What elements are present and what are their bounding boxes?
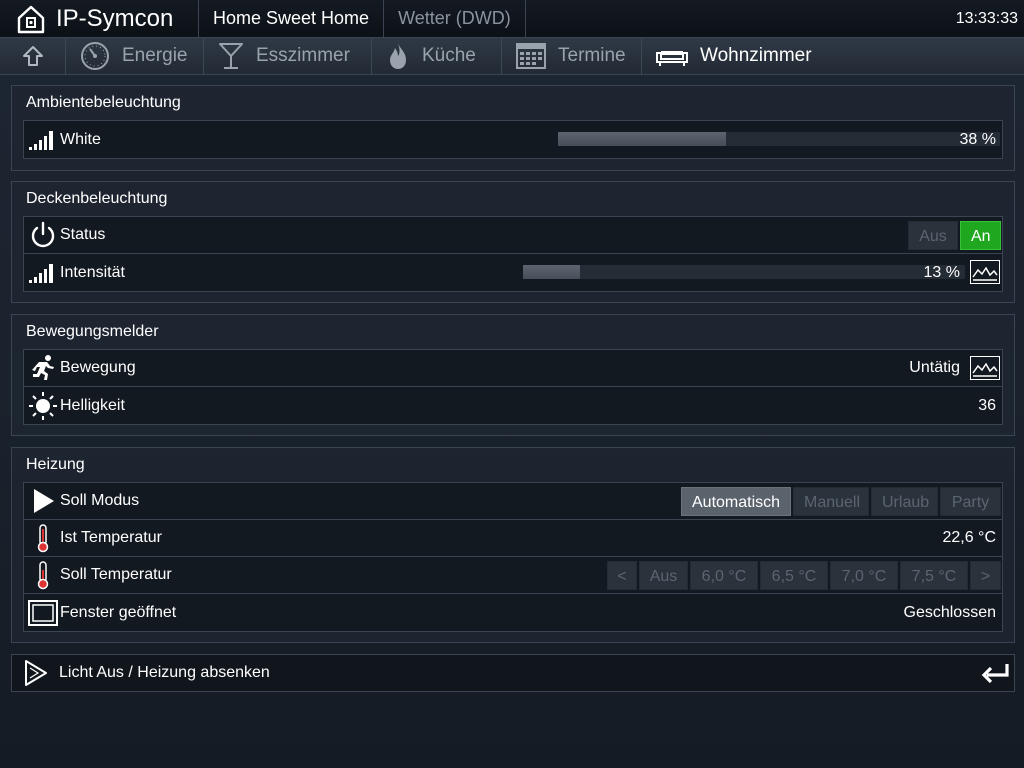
cocktail-glass-icon [219,43,243,69]
nav-label-energie: Energie [122,45,188,66]
target-6-0-button[interactable]: 6,0 °C [690,561,758,590]
power-icon [26,217,60,254]
thermometer-icon [26,520,60,557]
home-icon [17,5,45,33]
row-label: Fenster geöffnet [60,603,177,621]
row-ist-temperatur: Ist Temperatur 22,6 °C [24,520,1002,557]
tab-home-sweet-home[interactable]: Home Sweet Home [199,0,385,37]
panel-ambientebeleuchtung: Ambientebeleuchtung White 38 % [11,85,1015,171]
nav-label-wohnzimmer: Wohnzimmer [700,45,812,66]
brand[interactable]: IP-Symcon [0,0,199,37]
signal-bars-icon [26,121,60,158]
window-icon [26,594,60,631]
row-helligkeit: Helligkeit 36 [24,387,1002,424]
target-7-5-button[interactable]: 7,5 °C [900,561,968,590]
panel-title: Heizung [26,456,85,473]
row-label: Soll Modus [60,492,140,509]
brightness-value: 36 [978,396,996,414]
row-label: White [60,130,101,148]
action-licht-aus[interactable]: Licht Aus / Heizung absenken [11,654,1015,692]
row-label: Ist Temperatur [60,529,162,546]
nav-item-termine[interactable]: Termine [502,38,642,74]
white-slider[interactable] [558,132,1000,146]
chart-button[interactable] [970,356,1000,380]
target-next-button[interactable]: > [970,561,1001,590]
action-label: Licht Aus / Heizung absenken [59,664,270,681]
running-person-icon [26,350,60,387]
sofa-icon [656,51,688,66]
nav-label-esszimmer: Esszimmer [256,45,350,66]
play-outline-icon [25,660,47,686]
row-label: Bewegung [60,359,136,376]
slider-fill [523,265,581,279]
nav-item-energie[interactable]: Energie [66,38,204,74]
actual-temp-value: 22,6 °C [942,529,996,546]
panel-deckenbeleuchtung: Deckenbeleuchtung Status Aus An Intensit… [11,181,1015,303]
mode-automatisch-button[interactable]: Automatisch [681,487,791,516]
target-aus-button[interactable]: Aus [639,561,688,590]
panel-title: Deckenbeleuchtung [26,190,168,207]
gauge-icon [81,42,109,70]
panel-title: Bewegungsmelder [26,323,159,340]
enter-arrow-icon [981,664,1009,684]
intensity-slider[interactable] [523,265,965,279]
row-label: Status [60,226,106,243]
thermometer-icon [26,557,60,594]
row-white[interactable]: White 38 % [24,121,1002,158]
tab-wetter-dwd[interactable]: Wetter (DWD) [384,0,526,37]
row-soll-modus: Soll Modus Automatisch Manuell Urlaub Pa… [24,483,1002,520]
movement-value: Untätig [909,359,960,376]
row-fenster: Fenster geöffnet Geschlossen [24,594,1002,631]
mode-party-button[interactable]: Party [940,487,1001,516]
nav-item-wohnzimmer[interactable]: Wohnzimmer [642,38,826,74]
nav-item-esszimmer[interactable]: Esszimmer [204,38,372,74]
white-value: 38 % [959,130,996,148]
chart-button[interactable] [970,260,1000,284]
status-off-button[interactable]: Aus [908,221,958,250]
window-value: Geschlossen [903,603,997,621]
play-icon [26,483,60,520]
nav-label-termine: Termine [558,45,626,66]
nav-label-kueche: Küche [422,45,476,66]
top-bar: IP-Symcon Home Sweet Home Wetter (DWD) 1… [0,0,1024,38]
mode-manuell-button[interactable]: Manuell [793,487,869,516]
panel-bewegungsmelder: Bewegungsmelder Bewegung Untätig Helligk… [11,314,1015,436]
panel-heizung: Heizung Soll Modus Automatisch Manuell U… [11,447,1015,643]
signal-bars-icon [26,254,60,291]
category-nav: Energie Esszimmer Küche Termine Wohnzimm… [0,38,1024,75]
app-title: IP-Symcon [56,4,174,32]
calendar-icon [516,43,546,69]
mode-urlaub-button[interactable]: Urlaub [871,487,938,516]
target-7-0-button[interactable]: 7,0 °C [830,561,898,590]
sun-icon [26,387,60,424]
panel-title: Ambientebeleuchtung [26,94,181,111]
row-bewegung: Bewegung Untätig [24,350,1002,387]
row-label: Helligkeit [60,396,125,414]
nav-item-kueche[interactable]: Küche [372,38,502,74]
chart-icon [972,266,998,281]
row-intensitaet[interactable]: Intensität 13 % [24,254,1002,291]
target-6-5-button[interactable]: 6,5 °C [760,561,828,590]
row-soll-temperatur: Soll Temperatur < Aus 6,0 °C 6,5 °C 7,0 … [24,557,1002,594]
up-button[interactable] [0,38,66,74]
slider-fill [558,132,726,146]
status-on-button[interactable]: An [960,221,1001,250]
intensity-value: 13 % [923,263,960,281]
target-prev-button[interactable]: < [607,561,637,590]
row-label: Intensität [60,263,125,281]
flame-icon [390,43,406,69]
clock: 13:33:33 [955,9,1018,27]
row-label: Soll Temperatur [60,566,172,583]
row-status: Status Aus An [24,217,1002,254]
arrow-up-icon [22,46,43,66]
chart-icon [972,362,998,377]
